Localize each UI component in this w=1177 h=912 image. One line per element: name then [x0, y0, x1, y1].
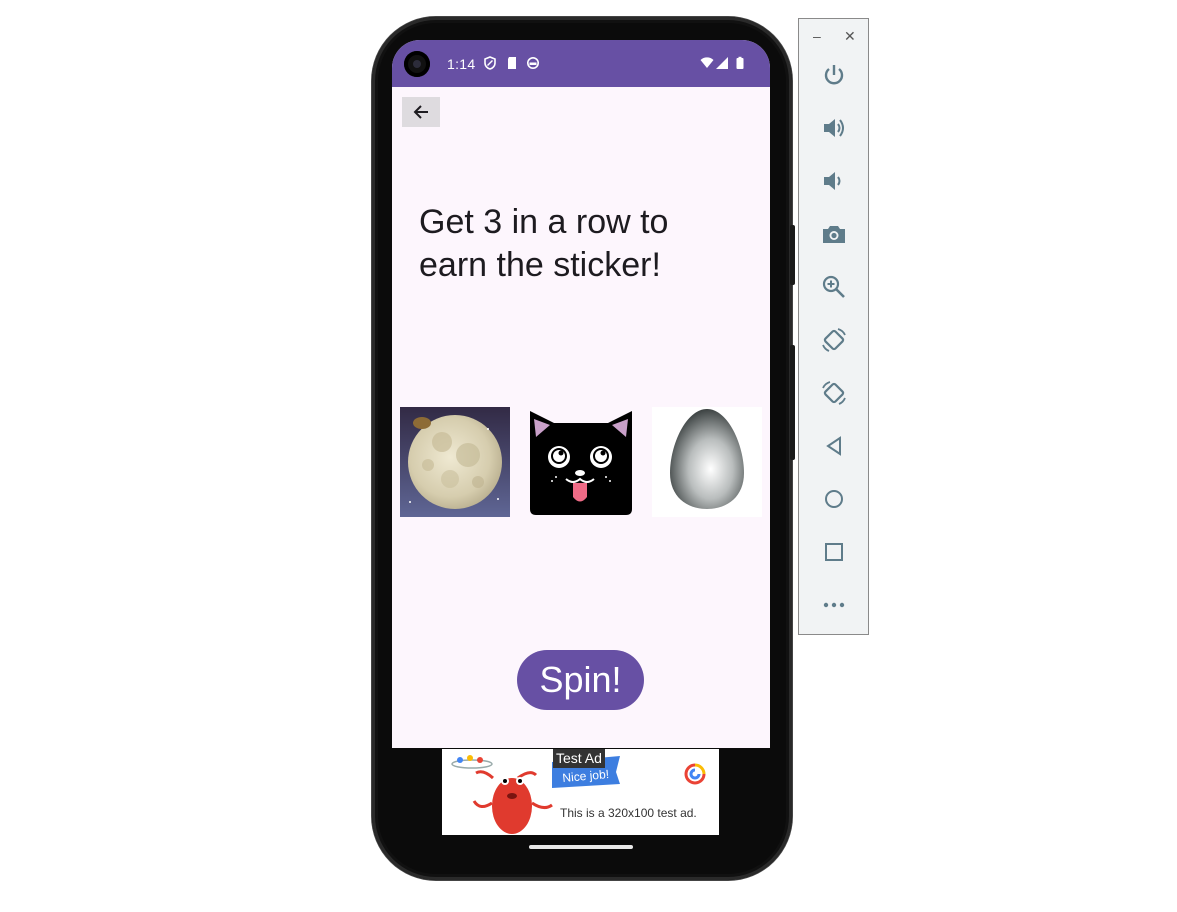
- volume-down-icon: [824, 172, 841, 190]
- home-circle-icon: [825, 490, 843, 508]
- ad-description: This is a 320x100 test ad.: [560, 806, 697, 820]
- phone-side-button: [790, 225, 795, 285]
- camera-icon: [823, 226, 845, 243]
- volume-up-icon: [824, 119, 844, 137]
- signal-icon: [716, 57, 728, 69]
- sync-icon: [527, 57, 539, 69]
- ad-logo-icon: [684, 763, 706, 785]
- zoom-button[interactable]: [819, 272, 849, 302]
- arrow-left-icon: [413, 105, 428, 119]
- rotate-left-icon: [822, 328, 846, 352]
- app-screen: 1:14 Get 3 in a row to earn the sticker!: [392, 40, 770, 748]
- emulator-toolbar: – ✕: [798, 18, 869, 635]
- shield-icon: [484, 56, 496, 70]
- instructions-text: Get 3 in a row to earn the sticker!: [419, 203, 669, 284]
- front-camera: [404, 51, 430, 77]
- battery-icon: [736, 56, 744, 69]
- slot-cat-image: [530, 411, 632, 515]
- status-bar: 1:14: [392, 40, 770, 87]
- phone-side-button: [790, 345, 795, 460]
- rotate-right-button[interactable]: [819, 378, 849, 408]
- power-icon: [824, 65, 844, 85]
- screenshot-button[interactable]: [819, 219, 849, 249]
- wifi-icon: [700, 57, 714, 68]
- back-triangle-icon: [826, 436, 841, 456]
- rotate-right-icon: [822, 381, 846, 405]
- slot-moon-image: [400, 407, 510, 517]
- spin-button[interactable]: Spin!: [517, 650, 644, 710]
- home-gesture-bar[interactable]: [529, 845, 633, 849]
- sd-card-icon: [508, 57, 516, 69]
- more-icon: [823, 602, 845, 608]
- test-ad-label: Test Ad: [553, 749, 605, 768]
- status-time: 1:14: [447, 56, 476, 72]
- rotate-left-button[interactable]: [819, 325, 849, 355]
- home-nav-button[interactable]: [819, 484, 849, 514]
- more-button[interactable]: [819, 590, 849, 620]
- overview-nav-button[interactable]: [819, 537, 849, 567]
- ad-banner[interactable]: Nice job! Test Ad This is a 320x100 test…: [442, 749, 719, 835]
- slot-egg-image: [652, 407, 762, 517]
- back-nav-button[interactable]: [819, 431, 849, 461]
- power-button[interactable]: [819, 60, 849, 90]
- back-button[interactable]: [402, 97, 440, 127]
- overview-square-icon: [825, 543, 843, 561]
- zoom-icon: [822, 275, 845, 298]
- volume-up-button[interactable]: [819, 113, 849, 143]
- volume-down-button[interactable]: [819, 166, 849, 196]
- close-icon[interactable]: ✕: [844, 28, 856, 45]
- ad-monster-illustration: [451, 755, 553, 834]
- minimize-icon[interactable]: –: [813, 28, 821, 44]
